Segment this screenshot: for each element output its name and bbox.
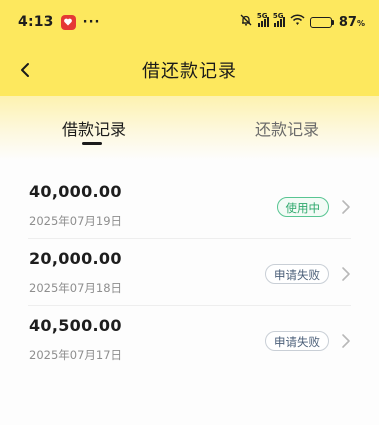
battery-percent: 87% — [338, 14, 365, 30]
back-button[interactable] — [14, 58, 36, 82]
record-amount: 40,000.00 — [29, 182, 122, 201]
list-item[interactable]: 20,000.00 2025年07月18日 申请失败 — [28, 239, 351, 306]
network-type-label: 5G — [272, 12, 284, 20]
nav-header: 借还款记录 — [0, 44, 379, 96]
signal-5g-icon: 5G — [273, 12, 285, 27]
status-bar: 4:13 ··· 5G 5G 87% — [0, 0, 379, 44]
list-item[interactable]: 40,500.00 2025年07月17日 申请失败 — [28, 306, 351, 372]
record-date: 2025年07月18日 — [29, 281, 123, 295]
signal-5g-icon: 5G — [257, 12, 269, 27]
status-badge: 申请失败 — [265, 264, 329, 284]
record-amount: 40,500.00 — [29, 316, 122, 335]
tab-repay-records[interactable]: 还款记录 — [255, 116, 319, 140]
status-badge: 使用中 — [276, 197, 329, 217]
status-time: 4:13 — [18, 14, 54, 30]
wifi-icon — [290, 14, 305, 30]
record-date: 2025年07月19日 — [29, 214, 123, 228]
mute-bell-icon — [239, 13, 253, 31]
record-date: 2025年07月17日 — [29, 348, 123, 362]
record-amount: 20,000.00 — [29, 249, 122, 268]
network-type-label: 5G — [256, 12, 268, 20]
page-title: 借还款记录 — [142, 61, 237, 82]
more-notifications-icon: ··· — [82, 14, 101, 30]
records-list: 40,000.00 2025年07月19日 使用中 20,000.00 2025… — [0, 172, 379, 372]
chevron-right-icon — [342, 334, 350, 348]
battery-icon — [309, 16, 334, 28]
active-tab-indicator — [82, 142, 102, 145]
app-notification-icon — [60, 14, 76, 30]
tab-borrow-records[interactable]: 借款记录 — [62, 116, 126, 140]
status-badge: 申请失败 — [265, 331, 329, 351]
list-item[interactable]: 40,000.00 2025年07月19日 使用中 — [28, 172, 351, 239]
chevron-left-icon — [21, 63, 29, 77]
chevron-right-icon — [342, 267, 350, 281]
chevron-right-icon — [342, 200, 350, 214]
tab-bar: 借款记录 还款记录 — [0, 96, 379, 160]
